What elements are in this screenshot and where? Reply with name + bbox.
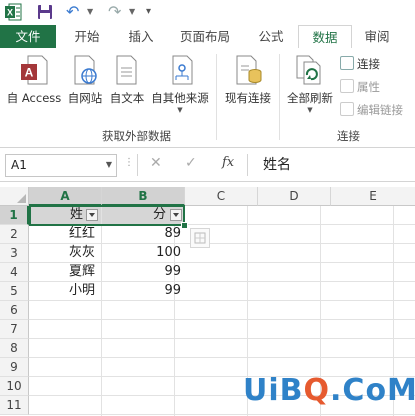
refresh-icon	[296, 55, 321, 85]
existing-connections-label: 现有连接	[225, 91, 271, 105]
cancel-icon[interactable]: ✕	[150, 155, 162, 171]
redo-dropdown-icon[interactable]: ▼	[129, 7, 135, 16]
formula-divider	[247, 154, 248, 176]
group-divider	[216, 54, 217, 140]
row-header[interactable]: 5	[0, 282, 29, 301]
row-header[interactable]: 4	[0, 263, 29, 282]
tab-file[interactable]: 文件	[0, 25, 56, 48]
existing-connections-button[interactable]: 现有连接	[221, 54, 275, 106]
quick-analysis-icon[interactable]	[190, 228, 210, 248]
column-header-e[interactable]: E	[331, 187, 415, 206]
formula-divider	[137, 154, 138, 176]
insert-function-icon[interactable]: fx	[222, 155, 234, 170]
row-header[interactable]: 8	[0, 339, 29, 358]
row-header[interactable]: 3	[0, 244, 29, 263]
filter-dropdown-icon[interactable]	[86, 209, 98, 221]
connections-button[interactable]: 连接	[340, 56, 380, 72]
group-label-connections: 连接	[337, 129, 360, 143]
name-box-value: A1	[11, 158, 27, 172]
column-header-c[interactable]: C	[185, 187, 258, 206]
filter-applied-icon[interactable]	[170, 209, 182, 221]
from-text-button[interactable]: 自文本	[107, 54, 147, 106]
formula-input[interactable]: 姓名	[263, 154, 291, 174]
refresh-all-button[interactable]: 全部刷新 ▼	[284, 54, 336, 114]
properties-icon	[340, 79, 354, 93]
svg-text:X: X	[7, 8, 13, 18]
from-other-sources-label: 自其他来源	[151, 91, 209, 105]
text-file-icon	[116, 55, 137, 85]
watermark-logo: UiBQ.CoM	[243, 373, 415, 408]
quick-access-toolbar: X ↶ ▼ ↷ ▼ ▾	[0, 0, 415, 25]
other-sources-icon	[172, 55, 193, 85]
row-header[interactable]: 2	[0, 225, 29, 244]
table-row-score[interactable]: 89	[102, 225, 184, 243]
row-header[interactable]: 7	[0, 320, 29, 339]
more-icon[interactable]: ⋮	[124, 157, 134, 168]
refresh-all-label: 全部刷新	[287, 91, 333, 105]
row-header[interactable]: 10	[0, 377, 29, 396]
column-header-d[interactable]: D	[258, 187, 331, 206]
redo-icon[interactable]: ↷	[108, 4, 121, 20]
excel-icon[interactable]: X	[4, 3, 22, 21]
select-all-button[interactable]	[0, 187, 29, 206]
row-header[interactable]: 11	[0, 396, 29, 415]
web-icon	[74, 55, 97, 85]
table-row-score[interactable]: 100	[102, 244, 184, 262]
properties-button[interactable]: 属性	[340, 79, 380, 95]
formula-bar: A1 ▼ ⋮ ✕ ✓ fx 姓名	[0, 148, 415, 182]
confirm-icon[interactable]: ✓	[185, 155, 197, 171]
tab-home[interactable]: 开始	[60, 25, 114, 48]
edit-links-label: 编辑链接	[357, 103, 403, 117]
group-label-get-external-data: 获取外部数据	[102, 129, 171, 143]
access-icon: A	[21, 55, 48, 85]
tab-insert[interactable]: 插入	[114, 25, 168, 48]
group-divider	[279, 54, 280, 140]
undo-icon[interactable]: ↶	[66, 4, 79, 20]
chevron-down-icon: ▼	[307, 106, 313, 114]
svg-text:A: A	[25, 66, 34, 80]
name-box[interactable]: A1 ▼	[5, 154, 117, 177]
properties-label: 属性	[357, 80, 380, 94]
from-text-label: 自文本	[109, 91, 145, 105]
tab-data[interactable]: 数据	[298, 25, 352, 50]
undo-dropdown-icon[interactable]: ▼	[87, 7, 93, 16]
from-web-button[interactable]: 自网站	[65, 54, 105, 106]
table-row-score[interactable]: 99	[102, 263, 184, 281]
row-header[interactable]: 9	[0, 358, 29, 377]
fill-handle[interactable]	[181, 222, 188, 229]
connections-icon	[340, 56, 354, 70]
chevron-down-icon[interactable]: ▼	[106, 160, 112, 169]
from-web-label: 自网站	[67, 91, 103, 105]
existing-connections-icon	[236, 55, 262, 85]
table-row-score[interactable]: 99	[102, 282, 184, 300]
tab-formulas[interactable]: 公式	[244, 25, 298, 48]
edit-links-button[interactable]: 编辑链接	[340, 102, 403, 118]
row-header[interactable]: 1	[0, 206, 29, 225]
save-icon[interactable]	[36, 3, 54, 21]
from-access-button[interactable]: A 自 Access	[4, 54, 64, 106]
edit-links-icon	[340, 102, 354, 116]
ribbon-tabs: 文件 开始 插入 页面布局 公式 数据 审阅	[0, 25, 415, 50]
tab-page-layout[interactable]: 页面布局	[170, 25, 240, 48]
connections-label: 连接	[357, 57, 380, 71]
column-header-a[interactable]: A	[29, 187, 102, 206]
tab-review[interactable]: 审阅	[352, 25, 402, 48]
ribbon-data: A 自 Access 自网站 自文本 自其他来源 ▼ 现有连接 获取外部数据 全…	[0, 48, 415, 148]
customize-qat-icon[interactable]: ▾	[146, 6, 151, 17]
column-header-b[interactable]: B	[102, 187, 185, 206]
from-other-sources-button[interactable]: 自其他来源 ▼	[149, 54, 211, 114]
row-header[interactable]: 6	[0, 301, 29, 320]
chevron-down-icon: ▼	[177, 106, 183, 114]
from-access-label: 自 Access	[6, 91, 62, 105]
